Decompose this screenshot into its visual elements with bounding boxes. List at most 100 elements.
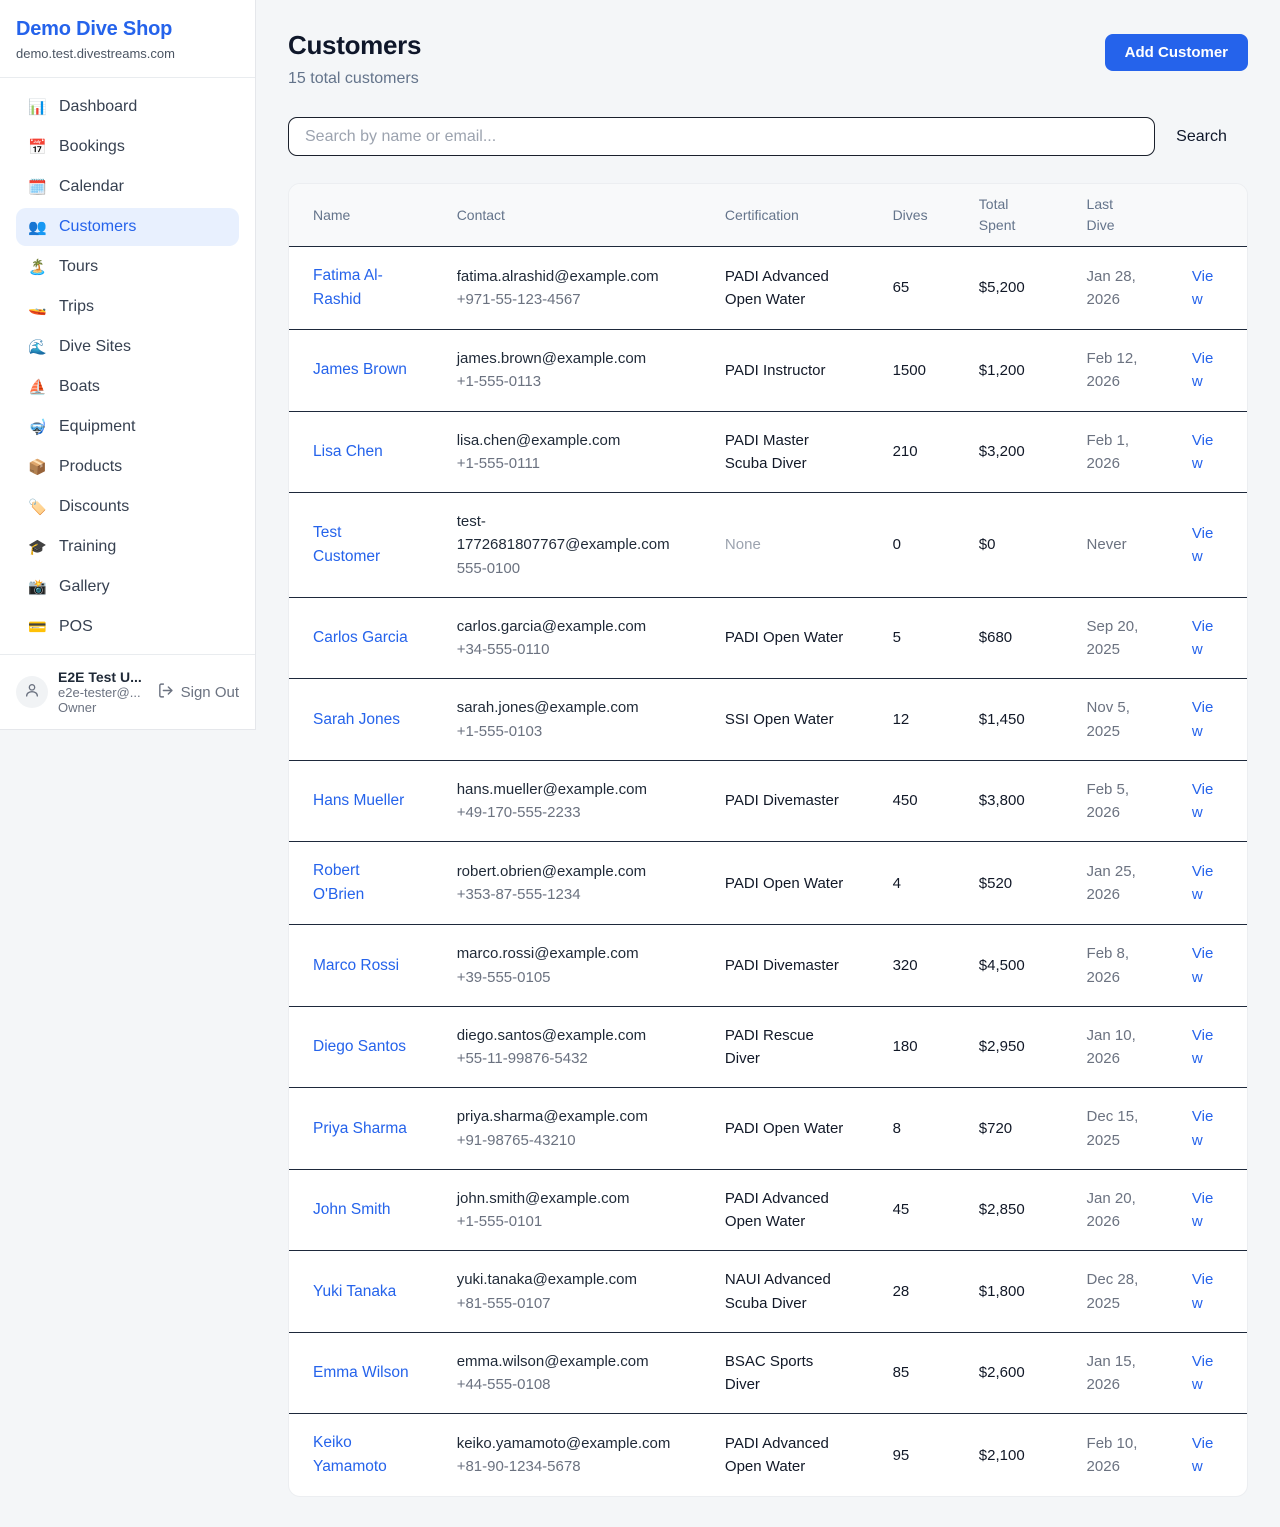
sidebar-item-dive-sites[interactable]: 🌊 Dive Sites — [16, 328, 239, 366]
customer-email: diego.santos@example.com — [457, 1024, 677, 1047]
user-icon — [24, 682, 40, 703]
sidebar-item-bookings[interactable]: 📅 Bookings — [16, 128, 239, 166]
cell-contact: diego.santos@example.com +55-11-99876-54… — [433, 1006, 701, 1088]
certification-text: PADI Master Scuba Diver — [725, 432, 809, 472]
cell-dives: 1500 — [869, 330, 955, 412]
cell-name: Fatima Al-Rashid — [289, 247, 433, 330]
cell-certification: PADI Advanced Open Water — [701, 1414, 869, 1497]
customer-phone: +1-555-0101 — [457, 1210, 677, 1233]
cell-certification: PADI Advanced Open Water — [701, 1169, 869, 1251]
customer-name-link[interactable]: Lisa Chen — [313, 443, 383, 460]
sidebar-item-label: Discounts — [59, 498, 129, 516]
view-link[interactable]: View — [1192, 781, 1213, 821]
sidebar-item-trips[interactable]: 🚤 Trips — [16, 288, 239, 326]
cell-total-spent: $3,800 — [955, 760, 1063, 842]
customer-name-link[interactable]: James Brown — [313, 361, 407, 378]
sidebar-item-equipment[interactable]: 🤿 Equipment — [16, 408, 239, 446]
view-link[interactable]: View — [1192, 1190, 1213, 1230]
sidebar-item-products[interactable]: 📦 Products — [16, 448, 239, 486]
customer-name-link[interactable]: Yuki Tanaka — [313, 1283, 396, 1300]
customer-name-link[interactable]: Robert O'Brien — [313, 862, 364, 903]
view-link[interactable]: View — [1192, 432, 1213, 472]
sign-out-button[interactable]: Sign Out — [157, 682, 239, 703]
cell-total-spent: $1,200 — [955, 330, 1063, 412]
search-button[interactable]: Search — [1155, 128, 1248, 146]
view-link[interactable]: View — [1192, 525, 1213, 565]
cell-total-spent: $3,200 — [955, 411, 1063, 493]
view-link[interactable]: View — [1192, 1353, 1213, 1393]
customer-name-link[interactable]: Emma Wilson — [313, 1364, 409, 1381]
view-link[interactable]: View — [1192, 945, 1213, 985]
customer-name-link[interactable]: Hans Mueller — [313, 792, 404, 809]
cell-dives: 210 — [869, 411, 955, 493]
customer-name-link[interactable]: John Smith — [313, 1201, 391, 1218]
view-link[interactable]: View — [1192, 1108, 1213, 1148]
customer-phone: +44-555-0108 — [457, 1373, 677, 1396]
add-customer-button[interactable]: Add Customer — [1105, 34, 1248, 71]
customer-name-link[interactable]: Fatima Al-Rashid — [313, 267, 383, 308]
view-link[interactable]: View — [1192, 350, 1213, 390]
cell-certification: PADI Master Scuba Diver — [701, 411, 869, 493]
customer-name-link[interactable]: Sarah Jones — [313, 711, 400, 728]
main-content: Customers 15 total customers Add Custome… — [256, 0, 1280, 1527]
customers-table-card: Name Contact Certification Dives Total S… — [288, 183, 1248, 1497]
sidebar-item-training[interactable]: 🎓 Training — [16, 528, 239, 566]
cell-last-dive: Jan 28, 2026 — [1063, 247, 1168, 330]
sidebar-item-pos[interactable]: 💳 POS — [16, 608, 239, 646]
cell-view: View — [1168, 679, 1247, 761]
view-link[interactable]: View — [1192, 618, 1213, 658]
cell-dives: 320 — [869, 925, 955, 1007]
customer-name-link[interactable]: Diego Santos — [313, 1038, 406, 1055]
cell-last-dive: Feb 5, 2026 — [1063, 760, 1168, 842]
table-row: Priya Sharma priya.sharma@example.com +9… — [289, 1088, 1247, 1170]
customer-email: fatima.alrashid@example.com — [457, 265, 677, 288]
sign-out-label: Sign Out — [181, 684, 239, 701]
view-link[interactable]: View — [1192, 1271, 1213, 1311]
customers-icon: 👥 — [28, 220, 46, 235]
cell-last-dive: Feb 10, 2026 — [1063, 1414, 1168, 1497]
cell-total-spent: $0 — [955, 493, 1063, 598]
sidebar-item-dashboard[interactable]: 📊 Dashboard — [16, 88, 239, 126]
view-link[interactable]: View — [1192, 1027, 1213, 1067]
table-row: Diego Santos diego.santos@example.com +5… — [289, 1006, 1247, 1088]
certification-text: PADI Rescue Diver — [725, 1027, 814, 1067]
view-link[interactable]: View — [1192, 1435, 1213, 1475]
cell-dives: 5 — [869, 597, 955, 679]
customer-name-link[interactable]: Test Customer — [313, 524, 380, 565]
customer-name-link[interactable]: Priya Sharma — [313, 1120, 407, 1137]
equipment-icon: 🤿 — [28, 420, 46, 435]
view-link[interactable]: View — [1192, 863, 1213, 903]
cell-last-dive: Dec 15, 2025 — [1063, 1088, 1168, 1170]
sidebar-item-tours[interactable]: 🏝️ Tours — [16, 248, 239, 286]
dashboard-icon: 📊 — [28, 100, 46, 115]
cell-contact: priya.sharma@example.com +91-98765-43210 — [433, 1088, 701, 1170]
cell-view: View — [1168, 1169, 1247, 1251]
cell-dives: 450 — [869, 760, 955, 842]
search-input[interactable] — [288, 117, 1155, 156]
table-row: James Brown james.brown@example.com +1-5… — [289, 330, 1247, 412]
view-link[interactable]: View — [1192, 699, 1213, 739]
view-link[interactable]: View — [1192, 268, 1213, 308]
customer-phone: +1-555-0113 — [457, 370, 677, 393]
sidebar-item-label: Gallery — [59, 578, 110, 596]
certification-text: SSI Open Water — [725, 711, 834, 728]
cell-contact: robert.obrien@example.com +353-87-555-12… — [433, 842, 701, 925]
sidebar-item-label: Tours — [59, 258, 98, 276]
cell-dives: 95 — [869, 1414, 955, 1497]
certification-text: PADI Advanced Open Water — [725, 1435, 829, 1475]
sidebar-item-discounts[interactable]: 🏷️ Discounts — [16, 488, 239, 526]
calendar-icon: 🗓️ — [28, 180, 46, 195]
customer-name-link[interactable]: Marco Rossi — [313, 957, 399, 974]
customer-name-link[interactable]: Carlos Garcia — [313, 629, 408, 646]
customer-name-link[interactable]: Keiko Yamamoto — [313, 1434, 387, 1475]
sidebar-item-boats[interactable]: ⛵ Boats — [16, 368, 239, 406]
cell-last-dive: Feb 12, 2026 — [1063, 330, 1168, 412]
customer-email: hans.mueller@example.com — [457, 778, 677, 801]
cell-total-spent: $1,450 — [955, 679, 1063, 761]
sidebar-item-customers[interactable]: 👥 Customers — [16, 208, 239, 246]
cell-certification: BSAC Sports Diver — [701, 1332, 869, 1414]
sidebar-item-gallery[interactable]: 📸 Gallery — [16, 568, 239, 606]
sidebar-item-calendar[interactable]: 🗓️ Calendar — [16, 168, 239, 206]
cell-view: View — [1168, 1251, 1247, 1333]
cell-name: Marco Rossi — [289, 925, 433, 1007]
